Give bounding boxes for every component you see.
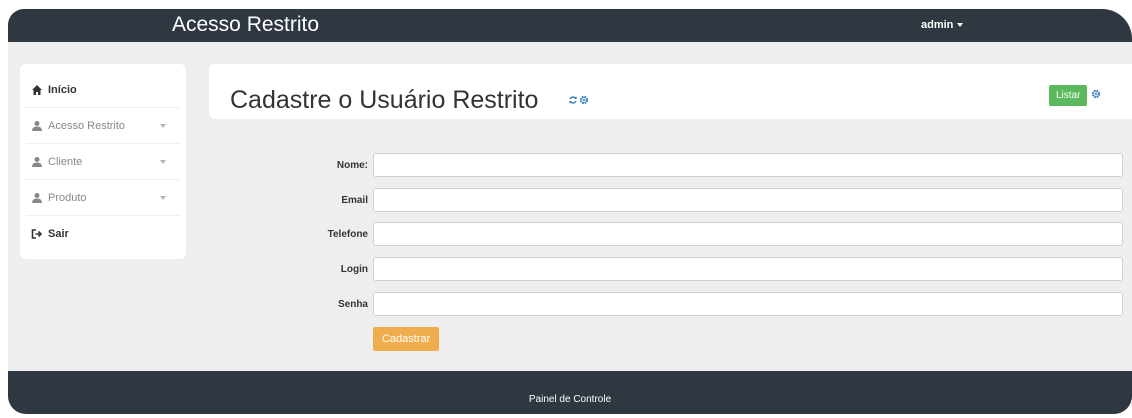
field-label: Login [340, 264, 368, 275]
page-header-panel: Cadastre o Usuário Restrito Listar [209, 64, 1132, 119]
nome-input[interactable] [373, 153, 1123, 177]
field-label: Email [341, 195, 368, 206]
caret-down-icon [957, 23, 964, 28]
list-button[interactable]: Listar [1049, 85, 1088, 106]
gear-icon[interactable] [1091, 89, 1101, 99]
user-menu-toggle[interactable]: admin [921, 19, 964, 31]
user-icon [32, 120, 42, 131]
field-label: Telefone [327, 229, 368, 240]
login-input[interactable] [373, 257, 1123, 281]
cadastrar-button[interactable]: Cadastrar [373, 327, 440, 351]
app-frame: Acesso Restrito admin Início Acesso Rest… [8, 9, 1132, 414]
caret-down-icon [160, 124, 166, 128]
form-row-senha: Senha [8, 292, 1132, 316]
refresh-icon[interactable] [568, 95, 578, 105]
form-row-login: Login [8, 257, 1132, 281]
sidebar-item-label: Acesso Restrito [48, 119, 126, 132]
form-row-telefone: Telefone [8, 222, 1132, 246]
telefone-input[interactable] [373, 222, 1123, 246]
user-name: admin [921, 19, 954, 31]
senha-input[interactable] [373, 292, 1123, 316]
brand-title[interactable]: Acesso Restrito [172, 13, 319, 37]
footer-bar: Painel de Controle [8, 371, 1132, 414]
field-label: Nome: [336, 160, 368, 171]
title-icons [568, 95, 589, 105]
sidebar-item-label: Início [48, 83, 77, 96]
sidebar-item-inicio[interactable]: Início [26, 72, 180, 108]
form-row-nome: Nome: [8, 153, 1132, 177]
footer-text: Painel de Controle [528, 394, 612, 405]
page-title: Cadastre o Usuário Restrito [230, 86, 539, 114]
sidebar-item-acesso-restrito[interactable]: Acesso Restrito [26, 108, 180, 144]
top-navbar: Acesso Restrito admin [8, 9, 1132, 42]
email-input[interactable] [373, 188, 1123, 212]
home-icon [32, 84, 42, 95]
gear-icon[interactable] [579, 95, 589, 105]
field-label: Senha [337, 299, 368, 310]
form-row-email: Email [8, 188, 1132, 212]
